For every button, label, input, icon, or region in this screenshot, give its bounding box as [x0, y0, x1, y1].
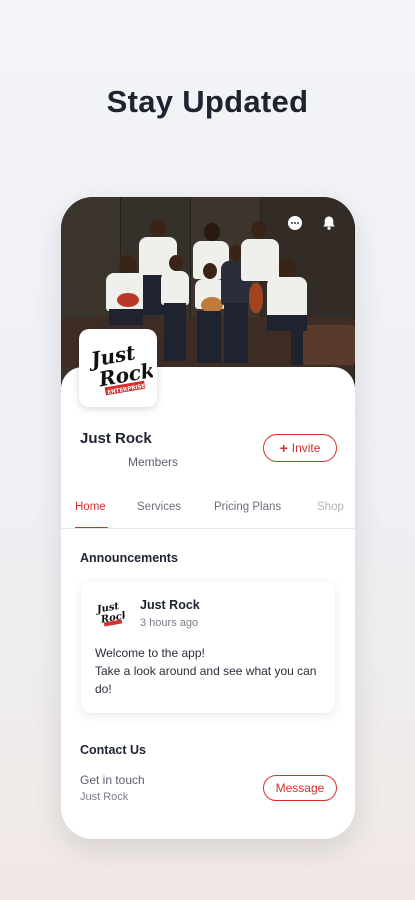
header-icons — [287, 215, 337, 231]
post-timestamp: 3 hours ago — [140, 617, 199, 629]
contact-name: Just Rock — [80, 791, 129, 803]
tab-pricing-plans[interactable]: Pricing Plans — [214, 501, 281, 513]
tab-services[interactable]: Services — [137, 501, 181, 513]
post-body: Welcome to the app! Take a look around a… — [95, 644, 325, 698]
post-author: Just Rock — [140, 598, 200, 612]
announcement-post[interactable]: Just Rock Just Rock 3 hours ago Welcome … — [81, 582, 335, 713]
site-logo: Just Rock ENTERPRISE — [79, 329, 157, 407]
page-headline: Stay Updated — [106, 84, 309, 119]
post-avatar: Just Rock — [95, 598, 125, 628]
tab-bar: Home Services Pricing Plans Shop — [61, 489, 355, 529]
bell-icon[interactable] — [321, 215, 337, 231]
tab-home[interactable]: Home — [75, 501, 106, 513]
contact-subtitle: Get in touch — [80, 773, 145, 787]
tab-shop[interactable]: Shop — [317, 501, 344, 513]
invite-button[interactable]: + Invite — [263, 434, 337, 462]
phone-frame: Just Rock ENTERPRISE Just Rock Members +… — [61, 197, 355, 839]
chat-icon[interactable] — [287, 215, 303, 231]
announcements-title: Announcements — [80, 551, 178, 565]
message-button-label: Message — [275, 781, 325, 795]
site-name: Just Rock — [80, 430, 152, 447]
invite-button-label: Invite — [291, 441, 321, 455]
members-label[interactable]: Members — [128, 455, 178, 469]
message-button[interactable]: Message — [263, 775, 337, 801]
content-card: Just Rock ENTERPRISE Just Rock Members +… — [61, 329, 355, 839]
contact-title: Contact Us — [80, 743, 146, 757]
active-tab-indicator — [75, 527, 108, 528]
plus-icon: + — [279, 440, 288, 456]
post-body-line1: Welcome to the app! — [95, 646, 205, 660]
post-body-line2: Take a look around and see what you can … — [95, 664, 317, 696]
